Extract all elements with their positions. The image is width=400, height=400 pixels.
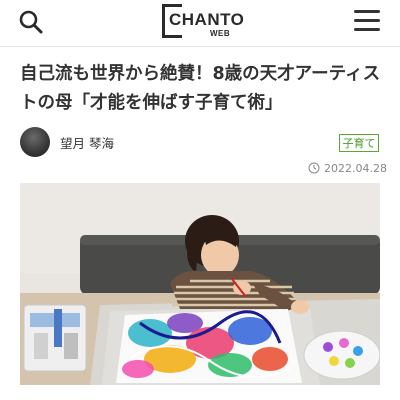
publish-date: 2022.04.28	[308, 161, 387, 175]
logo-subtext: WEB	[210, 29, 231, 38]
hero-photo	[20, 183, 381, 385]
date-text: 2022.04.28	[324, 161, 387, 175]
author-avatar[interactable]	[20, 127, 50, 157]
author-info[interactable]: 望月 琴海	[20, 126, 114, 158]
clock-icon	[308, 162, 320, 174]
logo-text: CHANTO	[169, 10, 245, 29]
search-icon	[19, 10, 43, 34]
author-name[interactable]: 望月 琴海	[60, 133, 114, 152]
search-button[interactable]	[18, 9, 44, 35]
article-title: 自己流も世界から絶賛！8歳の天才アーティストの母「才能を伸ばす子育て術」	[20, 64, 381, 113]
hamburger-menu-icon	[352, 10, 382, 31]
site-logo[interactable]: CHANTO WEB	[162, 4, 245, 40]
hero-image	[20, 183, 381, 385]
site-header: CHANTO WEB	[0, 0, 400, 47]
category-tag[interactable]: 子育て	[339, 134, 379, 152]
menu-button[interactable]	[352, 10, 382, 34]
